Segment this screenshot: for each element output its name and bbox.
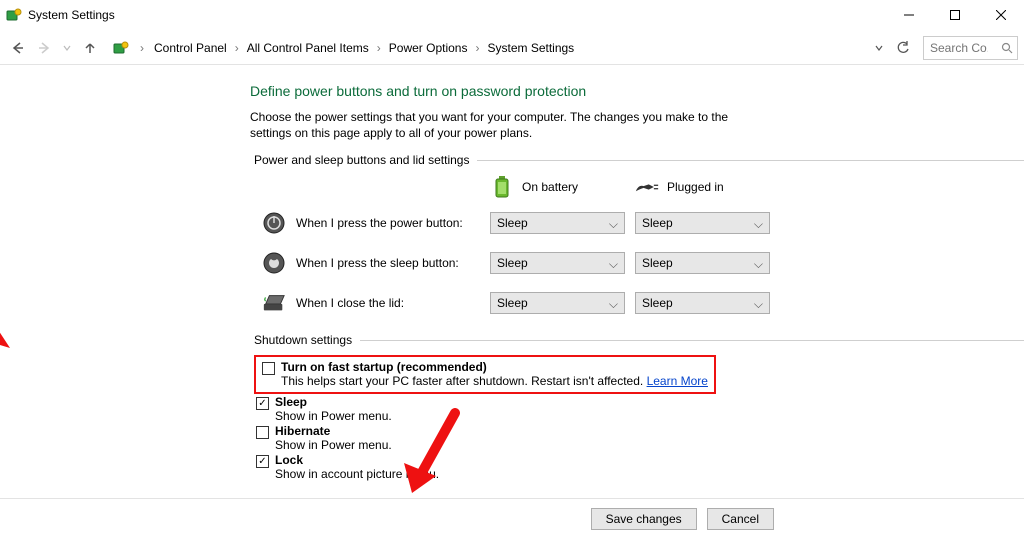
nav-up-button[interactable] (78, 36, 102, 60)
breadcrumb-sep: › (229, 41, 245, 55)
breadcrumb-sep: › (469, 41, 485, 55)
page-title: Define power buttons and turn on passwor… (250, 83, 1024, 99)
window-title: System Settings (28, 8, 115, 22)
app-icon (6, 7, 22, 23)
breadcrumb-sep: › (134, 41, 150, 55)
search-input[interactable] (928, 40, 990, 56)
checkbox-icon (262, 362, 275, 375)
section-shutdown-label: Shutdown settings (254, 333, 1024, 347)
section-buttons-text: Power and sleep buttons and lid settings (254, 153, 469, 167)
content: Define power buttons and turn on passwor… (0, 65, 1024, 495)
row-sleep-button: When I press the sleep button: Sleep⌵ Sl… (250, 243, 1024, 283)
chevron-down-icon: ⌵ (609, 297, 618, 312)
crumb-power-options[interactable]: Power Options (387, 39, 470, 57)
address-dropdown[interactable] (869, 36, 889, 60)
col-plugged-in: Plugged in (635, 175, 780, 199)
checkbox-fast-startup[interactable]: Turn on fast startup (recommended) This … (262, 360, 708, 388)
minimize-button[interactable] (886, 0, 932, 30)
row-power-button: When I press the power button: Sleep⌵ Sl… (250, 203, 1024, 243)
power-battery-select[interactable]: Sleep⌵ (490, 212, 625, 234)
nav-forward-button[interactable] (32, 36, 56, 60)
lock-title: Lock (275, 453, 439, 467)
fast-startup-title: Turn on fast startup (recommended) (281, 360, 708, 374)
section-shutdown-text: Shutdown settings (254, 333, 352, 347)
nav-back-button[interactable] (6, 36, 30, 60)
hibernate-sub: Show in Power menu. (275, 438, 392, 452)
footer: Save changes Cancel (0, 498, 1024, 538)
search-box[interactable] (923, 36, 1018, 60)
sleep-battery-select[interactable]: Sleep⌵ (490, 252, 625, 274)
row-power-label: When I press the power button: (296, 216, 490, 230)
checkbox-lock[interactable]: Lock Show in account picture menu. (256, 453, 1024, 481)
lock-sub: Show in account picture menu. (275, 467, 439, 481)
close-button[interactable] (978, 0, 1024, 30)
checkbox-icon (256, 397, 269, 410)
nav-recent-dropdown[interactable] (58, 36, 76, 60)
search-icon (1001, 42, 1013, 54)
shutdown-settings: Turn on fast startup (recommended) This … (250, 355, 1024, 481)
sleep-plugged-select[interactable]: Sleep⌵ (635, 252, 770, 274)
toolbar: › Control Panel › All Control Panel Item… (0, 30, 1024, 64)
sleep-title: Sleep (275, 395, 392, 409)
titlebar: System Settings (0, 0, 1024, 30)
column-headers: On battery Plugged in (250, 175, 1024, 199)
crumb-system-settings[interactable]: System Settings (485, 39, 576, 57)
checkbox-hibernate[interactable]: Hibernate Show in Power menu. (256, 424, 1024, 452)
row-sleep-label: When I press the sleep button: (296, 256, 490, 270)
chevron-down-icon: ⌵ (754, 217, 763, 232)
checkbox-icon (256, 455, 269, 468)
section-buttons-label: Power and sleep buttons and lid settings (254, 153, 1024, 167)
maximize-button[interactable] (932, 0, 978, 30)
breadcrumb-sep: › (371, 41, 387, 55)
page-subtitle: Choose the power settings that you want … (250, 109, 770, 141)
checkbox-icon (256, 426, 269, 439)
power-plugged-select[interactable]: Sleep⌵ (635, 212, 770, 234)
learn-more-link[interactable]: Learn More (647, 374, 708, 388)
col-plugged-label: Plugged in (667, 180, 724, 194)
section-line (477, 160, 1024, 161)
chevron-down-icon: ⌵ (754, 257, 763, 272)
row-lid-label: When I close the lid: (296, 296, 490, 310)
sleep-sub: Show in Power menu. (275, 409, 392, 423)
window-controls (886, 0, 1024, 30)
crumb-all-items[interactable]: All Control Panel Items (245, 39, 371, 57)
fast-startup-sub: This helps start your PC faster after sh… (281, 374, 708, 388)
refresh-button[interactable] (891, 36, 915, 60)
fast-startup-highlight: Turn on fast startup (recommended) This … (254, 355, 716, 394)
chevron-down-icon: ⌵ (609, 217, 618, 232)
battery-icon (490, 175, 514, 199)
breadcrumb: Control Panel › All Control Panel Items … (152, 36, 576, 60)
col-on-battery: On battery (490, 175, 635, 199)
power-button-icon (262, 211, 286, 235)
hibernate-title: Hibernate (275, 424, 392, 438)
annotation-arrow-icon (0, 275, 15, 355)
breadcrumb-icon (112, 39, 130, 57)
row-close-lid: When I close the lid: Sleep⌵ Sleep⌵ (250, 283, 1024, 323)
sleep-button-icon (262, 251, 286, 275)
lid-battery-select[interactable]: Sleep⌵ (490, 292, 625, 314)
lid-icon (262, 291, 286, 315)
section-line (360, 340, 1024, 341)
cancel-button[interactable]: Cancel (707, 508, 774, 530)
save-changes-button[interactable]: Save changes (591, 508, 697, 530)
col-battery-label: On battery (522, 180, 578, 194)
chevron-down-icon: ⌵ (754, 297, 763, 312)
lid-plugged-select[interactable]: Sleep⌵ (635, 292, 770, 314)
checkbox-sleep[interactable]: Sleep Show in Power menu. (256, 395, 1024, 423)
crumb-control-panel[interactable]: Control Panel (152, 39, 229, 57)
plug-icon (635, 175, 659, 199)
chevron-down-icon: ⌵ (609, 257, 618, 272)
